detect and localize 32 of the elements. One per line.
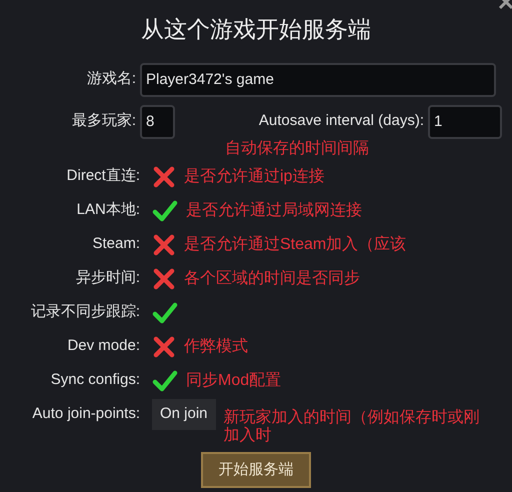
option-label: Dev mode:: [66, 336, 141, 356]
annotation-text: 作弊模式: [184, 338, 248, 356]
option-label: 异步时间:: [74, 268, 141, 288]
option-label: Sync configs:: [50, 370, 141, 390]
annotation-text: 是否允许通过局域网连接: [186, 202, 362, 220]
cross-icon[interactable]: [152, 266, 176, 290]
start-server-button[interactable]: 开始服务端: [201, 452, 311, 488]
option-label: Direct直连:: [66, 166, 141, 186]
cross-icon[interactable]: [152, 334, 176, 358]
autosave-field[interactable]: 1: [428, 104, 502, 138]
option-label: LAN本地:: [76, 200, 141, 220]
annotation-text: 自动保存的时间间隔: [225, 140, 369, 158]
checkmark-icon[interactable]: [152, 300, 178, 324]
option-label: Steam:: [91, 234, 141, 254]
annotation-text: 各个区域的时间是否同步: [184, 270, 360, 288]
cross-icon[interactable]: [152, 164, 176, 188]
mode-button[interactable]: On join: [152, 399, 216, 430]
checkmark-icon[interactable]: [152, 368, 178, 392]
option-label: 记录不同步跟踪:: [30, 302, 141, 322]
checkmark-icon[interactable]: [152, 198, 178, 222]
dialog-title: 从这个游戏开始服务端: [141, 15, 371, 44]
game-name-field[interactable]: Player3472's game: [140, 62, 496, 96]
annotation-text: 同步Mod配置: [186, 372, 282, 390]
annotation-text: 是否允许通过Steam加入（应该: [184, 236, 406, 254]
field-label: Autosave interval (days):: [258, 111, 425, 132]
field-label: 游戏名:: [86, 69, 137, 90]
field-label: 最多玩家:: [70, 111, 137, 132]
max-players-field[interactable]: 8: [140, 104, 175, 138]
annotation-text: 新玩家加入的时间（例如保存时或刚加入时: [224, 408, 481, 444]
option-label: Auto join-points:: [31, 404, 141, 424]
annotation-text: 是否允许通过ip连接: [184, 168, 324, 186]
cross-icon[interactable]: [152, 232, 176, 256]
